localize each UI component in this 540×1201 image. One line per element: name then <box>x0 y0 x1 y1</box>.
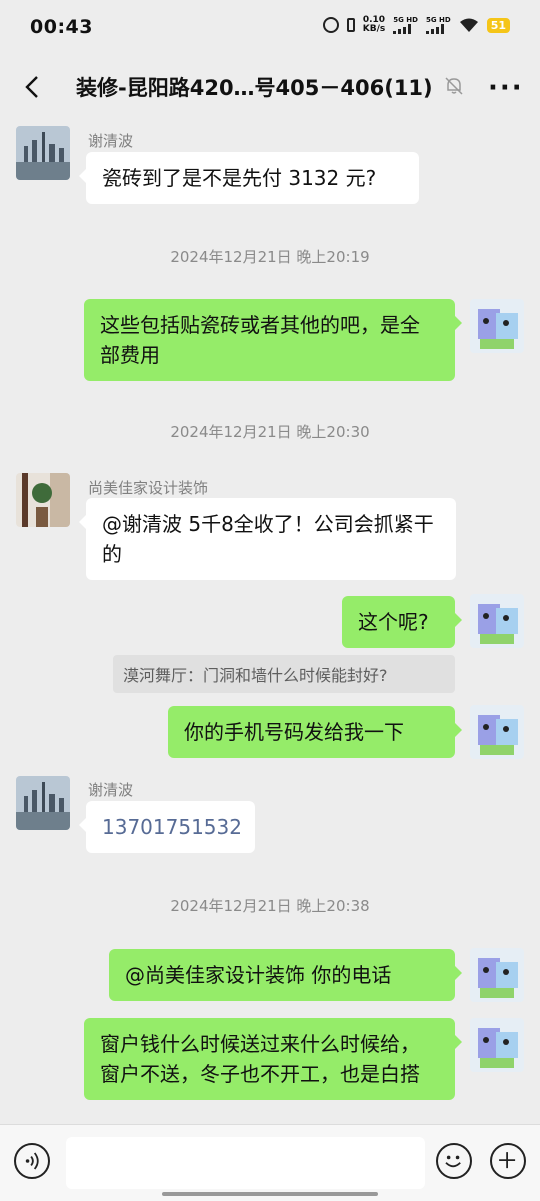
timestamp: 2024年12月21日 晚上20:19 <box>170 248 370 266</box>
status-bar: 00:43 0.10 KB/s 5G HD 5G HD 51 <box>0 0 540 56</box>
message-bubble-outgoing[interactable]: 窗户钱什么时候送过来什么时候给，窗户不送，冬子也不开工，也是白搭 <box>84 1018 462 1100</box>
sender-name: 谢清波 <box>88 132 134 150</box>
avatar-shangmeijiajia[interactable] <box>16 473 70 527</box>
message-bubble-outgoing[interactable]: 这个呢? <box>342 596 462 648</box>
emoji-icon[interactable] <box>436 1143 472 1179</box>
phone-number-link[interactable]: 13701751532 <box>79 801 255 853</box>
wifi-icon <box>459 18 478 32</box>
avatar-self[interactable] <box>470 299 524 353</box>
timestamp: 2024年12月21日 晚上20:38 <box>170 897 370 915</box>
chat-header: 装修-昆阳路420…号405－406(11) ··· <box>0 56 540 118</box>
status-time: 00:43 <box>30 16 93 38</box>
avatar-xieqingbo[interactable] <box>16 126 70 180</box>
sim2-signal-icon: 5G HD <box>425 16 451 34</box>
home-indicator[interactable] <box>162 1192 378 1196</box>
avatar-xieqingbo[interactable] <box>16 776 70 830</box>
avatar-self[interactable] <box>470 594 524 648</box>
alarm-icon <box>322 17 339 33</box>
network-speed: 0.10 KB/s <box>363 16 385 34</box>
back-icon[interactable] <box>18 72 48 102</box>
message-bubble-outgoing[interactable]: 你的手机号码发给我一下 <box>168 706 462 758</box>
message-bubble-incoming[interactable]: @谢清波 5千8全收了！公司会抓紧干的 <box>79 498 456 580</box>
message-bubble-incoming[interactable]: 瓷砖到了是不是先付 3132 元? <box>79 152 419 204</box>
sim1-signal-icon: 5G HD <box>393 16 418 34</box>
plus-icon[interactable] <box>490 1143 526 1179</box>
avatar-self[interactable] <box>470 1018 524 1072</box>
battery-indicator: 51 <box>486 17 510 33</box>
timestamp: 2024年12月21日 晚上20:30 <box>170 423 370 441</box>
sender-name: 谢清波 <box>88 781 134 799</box>
vibrate-icon <box>346 18 355 32</box>
sender-name: 尚美佳家设计装饰 <box>88 479 209 497</box>
mute-bell-icon <box>445 77 463 95</box>
avatar-self[interactable] <box>470 705 524 759</box>
sim1-label: 5G HD <box>393 16 418 24</box>
message-bubble-outgoing[interactable]: @尚美佳家设计装饰 你的电话 <box>109 949 462 1001</box>
avatar-self[interactable] <box>470 948 524 1002</box>
network-speed-unit: KB/s <box>362 24 386 34</box>
message-bubble-outgoing[interactable]: 这些包括贴瓷砖或者其他的吧，是全部费用 <box>84 299 462 381</box>
sim2-label: 5G HD <box>425 16 451 24</box>
input-bar <box>0 1124 540 1201</box>
voice-input-icon[interactable] <box>14 1143 50 1179</box>
message-input[interactable] <box>66 1137 425 1189</box>
more-options-icon[interactable]: ··· <box>488 75 524 101</box>
quoted-message[interactable]: 漠河舞厅：门洞和墙什么时候能封好? <box>113 655 455 693</box>
status-icons: 0.10 KB/s 5G HD 5G HD 51 <box>322 16 510 34</box>
chat-title: 装修-昆阳路420…号405－406(11) <box>76 76 433 100</box>
